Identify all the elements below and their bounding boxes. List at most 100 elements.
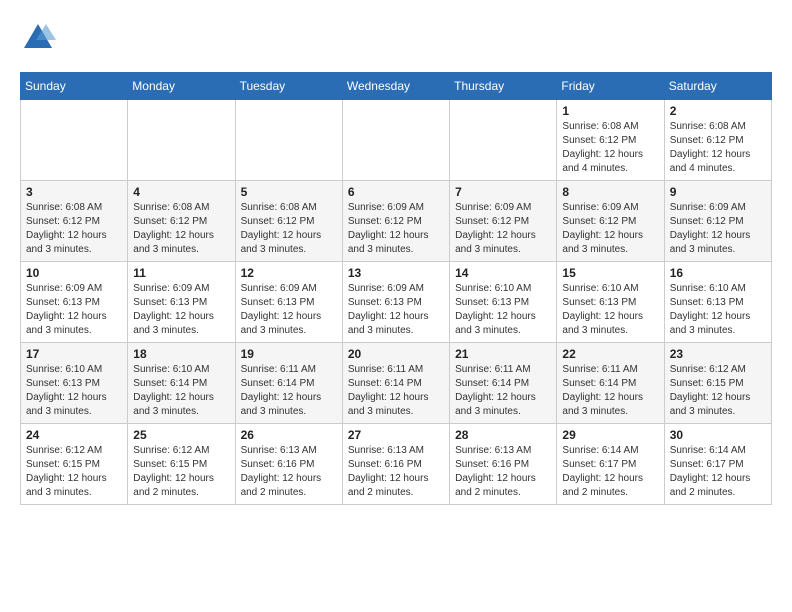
- day-info: Sunrise: 6:12 AM Sunset: 6:15 PM Dayligh…: [670, 363, 766, 419]
- day-info: Sunrise: 6:12 AM Sunset: 6:15 PM Dayligh…: [133, 444, 229, 500]
- calendar-cell: 12 Sunrise: 6:09 AM Sunset: 6:13 PM Dayli…: [235, 262, 342, 343]
- page-header: [20, 20, 772, 56]
- col-tuesday: Tuesday: [235, 73, 342, 100]
- calendar-cell: 20 Sunrise: 6:11 AM Sunset: 6:14 PM Dayli…: [342, 343, 449, 424]
- day-number: 3: [26, 185, 122, 199]
- day-number: 15: [562, 266, 658, 280]
- calendar-cell: 7 Sunrise: 6:09 AM Sunset: 6:12 PM Daylig…: [450, 181, 557, 262]
- day-number: 6: [348, 185, 444, 199]
- calendar-cell: [235, 100, 342, 181]
- col-monday: Monday: [128, 73, 235, 100]
- day-info: Sunrise: 6:09 AM Sunset: 6:12 PM Dayligh…: [348, 201, 444, 257]
- day-info: Sunrise: 6:12 AM Sunset: 6:15 PM Dayligh…: [26, 444, 122, 500]
- calendar-week: 10 Sunrise: 6:09 AM Sunset: 6:13 PM Dayli…: [21, 262, 772, 343]
- calendar-cell: 4Sunrise: 6:08 AM Sunset: 6:12 PM Daylig…: [128, 181, 235, 262]
- day-number: 21: [455, 347, 551, 361]
- day-number: 13: [348, 266, 444, 280]
- calendar-cell: 23 Sunrise: 6:12 AM Sunset: 6:15 PM Dayli…: [664, 343, 771, 424]
- calendar-cell: 10 Sunrise: 6:09 AM Sunset: 6:13 PM Dayli…: [21, 262, 128, 343]
- day-info: Sunrise: 6:10 AM Sunset: 6:13 PM Dayligh…: [26, 363, 122, 419]
- day-number: 24: [26, 428, 122, 442]
- calendar-cell: 11Sunrise: 6:09 AM Sunset: 6:13 PM Dayli…: [128, 262, 235, 343]
- day-number: 5: [241, 185, 337, 199]
- day-info: Sunrise: 6:13 AM Sunset: 6:16 PM Dayligh…: [241, 444, 337, 500]
- day-number: 19: [241, 347, 337, 361]
- calendar-cell: 6 Sunrise: 6:09 AM Sunset: 6:12 PM Daylig…: [342, 181, 449, 262]
- day-number: 28: [455, 428, 551, 442]
- col-saturday: Saturday: [664, 73, 771, 100]
- day-info: Sunrise: 6:14 AM Sunset: 6:17 PM Dayligh…: [562, 444, 658, 500]
- calendar-cell: 9Sunrise: 6:09 AM Sunset: 6:12 PM Daylig…: [664, 181, 771, 262]
- calendar-cell: 14 Sunrise: 6:10 AM Sunset: 6:13 PM Dayli…: [450, 262, 557, 343]
- day-info: Sunrise: 6:10 AM Sunset: 6:13 PM Dayligh…: [455, 282, 551, 338]
- calendar-cell: [342, 100, 449, 181]
- calendar-cell: 18 Sunrise: 6:10 AM Sunset: 6:14 PM Dayli…: [128, 343, 235, 424]
- day-info: Sunrise: 6:08 AM Sunset: 6:12 PM Dayligh…: [562, 120, 658, 176]
- day-number: 16: [670, 266, 766, 280]
- day-info: Sunrise: 6:13 AM Sunset: 6:16 PM Dayligh…: [348, 444, 444, 500]
- calendar-week: 3 Sunrise: 6:08 AM Sunset: 6:12 PM Daylig…: [21, 181, 772, 262]
- day-info: Sunrise: 6:14 AM Sunset: 6:17 PM Dayligh…: [670, 444, 766, 500]
- col-wednesday: Wednesday: [342, 73, 449, 100]
- day-info: Sunrise: 6:11 AM Sunset: 6:14 PM Dayligh…: [241, 363, 337, 419]
- calendar-cell: [21, 100, 128, 181]
- calendar-week: 17 Sunrise: 6:10 AM Sunset: 6:13 PM Dayli…: [21, 343, 772, 424]
- day-number: 14: [455, 266, 551, 280]
- logo-icon: [20, 20, 56, 56]
- day-number: 8: [562, 185, 658, 199]
- calendar-week: 1 Sunrise: 6:08 AM Sunset: 6:12 PM Daylig…: [21, 100, 772, 181]
- day-info: Sunrise: 6:09 AM Sunset: 6:13 PM Dayligh…: [241, 282, 337, 338]
- day-info: Sunrise: 6:09 AM Sunset: 6:12 PM Dayligh…: [455, 201, 551, 257]
- day-number: 2: [670, 104, 766, 118]
- day-number: 26: [241, 428, 337, 442]
- day-info: Sunrise: 6:13 AM Sunset: 6:16 PM Dayligh…: [455, 444, 551, 500]
- day-number: 20: [348, 347, 444, 361]
- day-info: Sunrise: 6:10 AM Sunset: 6:13 PM Dayligh…: [562, 282, 658, 338]
- weekday-row: Sunday Monday Tuesday Wednesday Thursday…: [21, 73, 772, 100]
- day-info: Sunrise: 6:09 AM Sunset: 6:12 PM Dayligh…: [562, 201, 658, 257]
- calendar-cell: 5 Sunrise: 6:08 AM Sunset: 6:12 PM Daylig…: [235, 181, 342, 262]
- day-info: Sunrise: 6:10 AM Sunset: 6:14 PM Dayligh…: [133, 363, 229, 419]
- calendar-cell: 17 Sunrise: 6:10 AM Sunset: 6:13 PM Dayli…: [21, 343, 128, 424]
- day-number: 17: [26, 347, 122, 361]
- calendar-cell: 16Sunrise: 6:10 AM Sunset: 6:13 PM Dayli…: [664, 262, 771, 343]
- day-info: Sunrise: 6:09 AM Sunset: 6:13 PM Dayligh…: [26, 282, 122, 338]
- day-number: 4: [133, 185, 229, 199]
- calendar-cell: 8 Sunrise: 6:09 AM Sunset: 6:12 PM Daylig…: [557, 181, 664, 262]
- day-number: 7: [455, 185, 551, 199]
- col-thursday: Thursday: [450, 73, 557, 100]
- day-number: 12: [241, 266, 337, 280]
- day-number: 22: [562, 347, 658, 361]
- day-info: Sunrise: 6:11 AM Sunset: 6:14 PM Dayligh…: [455, 363, 551, 419]
- day-number: 23: [670, 347, 766, 361]
- calendar-cell: 15 Sunrise: 6:10 AM Sunset: 6:13 PM Dayli…: [557, 262, 664, 343]
- day-info: Sunrise: 6:08 AM Sunset: 6:12 PM Dayligh…: [26, 201, 122, 257]
- day-number: 10: [26, 266, 122, 280]
- calendar-cell: 13Sunrise: 6:09 AM Sunset: 6:13 PM Dayli…: [342, 262, 449, 343]
- calendar-cell: 30Sunrise: 6:14 AM Sunset: 6:17 PM Dayli…: [664, 424, 771, 505]
- calendar-cell: 27 Sunrise: 6:13 AM Sunset: 6:16 PM Dayli…: [342, 424, 449, 505]
- logo: [20, 20, 60, 56]
- day-info: Sunrise: 6:11 AM Sunset: 6:14 PM Dayligh…: [348, 363, 444, 419]
- day-info: Sunrise: 6:09 AM Sunset: 6:13 PM Dayligh…: [133, 282, 229, 338]
- calendar-cell: [450, 100, 557, 181]
- day-info: Sunrise: 6:08 AM Sunset: 6:12 PM Dayligh…: [241, 201, 337, 257]
- col-friday: Friday: [557, 73, 664, 100]
- day-number: 27: [348, 428, 444, 442]
- day-info: Sunrise: 6:09 AM Sunset: 6:12 PM Dayligh…: [670, 201, 766, 257]
- calendar-cell: 3 Sunrise: 6:08 AM Sunset: 6:12 PM Daylig…: [21, 181, 128, 262]
- day-info: Sunrise: 6:11 AM Sunset: 6:14 PM Dayligh…: [562, 363, 658, 419]
- day-number: 18: [133, 347, 229, 361]
- calendar-cell: 1 Sunrise: 6:08 AM Sunset: 6:12 PM Daylig…: [557, 100, 664, 181]
- calendar-cell: 25 Sunrise: 6:12 AM Sunset: 6:15 PM Dayli…: [128, 424, 235, 505]
- calendar-cell: [128, 100, 235, 181]
- calendar-cell: 26 Sunrise: 6:13 AM Sunset: 6:16 PM Dayli…: [235, 424, 342, 505]
- calendar-cell: 29 Sunrise: 6:14 AM Sunset: 6:17 PM Dayli…: [557, 424, 664, 505]
- day-number: 25: [133, 428, 229, 442]
- day-number: 29: [562, 428, 658, 442]
- calendar-cell: 24 Sunrise: 6:12 AM Sunset: 6:15 PM Dayli…: [21, 424, 128, 505]
- calendar-week: 24 Sunrise: 6:12 AM Sunset: 6:15 PM Dayli…: [21, 424, 772, 505]
- col-sunday: Sunday: [21, 73, 128, 100]
- calendar-body: 1 Sunrise: 6:08 AM Sunset: 6:12 PM Daylig…: [21, 100, 772, 505]
- day-number: 1: [562, 104, 658, 118]
